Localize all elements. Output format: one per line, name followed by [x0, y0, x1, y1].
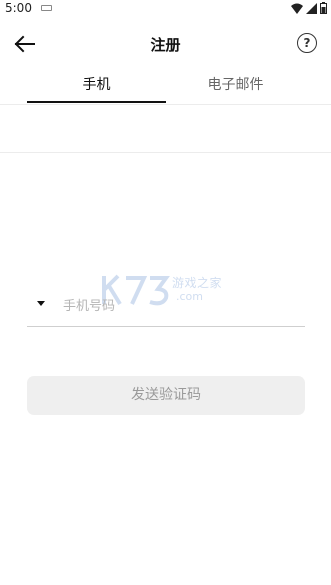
- page-title: 注册: [150, 36, 181, 54]
- help-icon[interactable]: ?: [297, 33, 317, 53]
- phone-input[interactable]: [63, 295, 293, 317]
- tab-phone[interactable]: 手机: [27, 70, 166, 105]
- signal-icon: [306, 2, 317, 14]
- tab-indicator: [27, 101, 166, 103]
- divider: [0, 152, 331, 153]
- watermark-text: 游戏之家: [172, 276, 223, 290]
- tab-email[interactable]: 电子邮件: [166, 70, 305, 105]
- status-time: 5:00: [5, 1, 32, 15]
- battery-icon: [320, 2, 327, 14]
- send-code-button[interactable]: 发送验证码: [27, 376, 305, 415]
- wifi-icon: [291, 3, 303, 14]
- phone-row: [27, 290, 305, 327]
- status-bar: 5:00: [0, 0, 331, 18]
- country-code-dropdown-icon[interactable]: [37, 301, 45, 306]
- app-bar: 注册 ?: [0, 24, 331, 64]
- tab-bar: 手机 电子邮件: [0, 70, 331, 105]
- status-icons: [291, 2, 327, 14]
- keyboard-icon: [41, 5, 52, 11]
